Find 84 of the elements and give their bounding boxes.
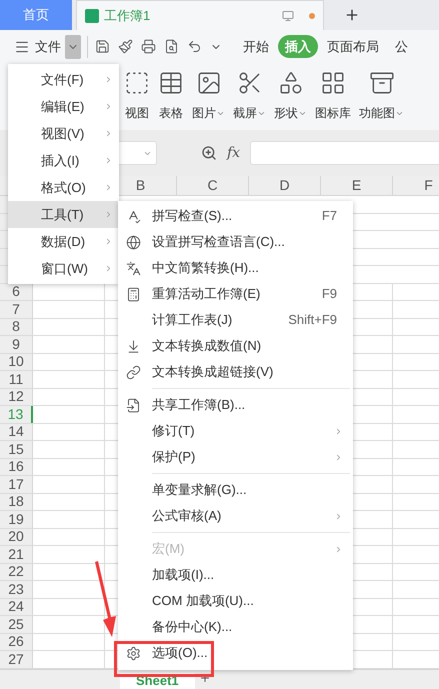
row-header[interactable]: 25 bbox=[0, 616, 33, 632]
settings-icon bbox=[126, 646, 141, 660]
row-header[interactable]: 17 bbox=[0, 476, 33, 492]
ribbon-button[interactable]: 功能图 bbox=[359, 70, 404, 122]
row-header[interactable]: 9 bbox=[0, 336, 33, 352]
ribbon-button[interactable]: 视图 bbox=[124, 70, 150, 122]
ribbon-button[interactable]: 截屏 bbox=[233, 70, 266, 122]
row-header[interactable]: 23 bbox=[0, 581, 33, 598]
submenu-item[interactable]: 选项(O)... bbox=[118, 640, 353, 666]
menu-item[interactable]: 窗口(W) bbox=[8, 255, 119, 282]
submenu-item[interactable]: 拼写检查(S)... F7 bbox=[118, 203, 353, 229]
column-header[interactable]: D bbox=[249, 176, 321, 195]
ribbon-button[interactable]: 图片 bbox=[192, 70, 225, 122]
row-header[interactable]: 14 bbox=[0, 424, 33, 440]
menu-item[interactable]: 编辑(E) bbox=[8, 93, 119, 120]
row-header[interactable]: 12 bbox=[0, 388, 33, 405]
row-header[interactable]: 7 bbox=[0, 301, 33, 318]
row-header[interactable]: 16 bbox=[0, 458, 33, 475]
scissors-icon bbox=[236, 70, 262, 96]
submenu-item[interactable]: 保护(P) bbox=[118, 444, 353, 470]
row-header[interactable]: 24 bbox=[0, 598, 33, 615]
calculator-icon bbox=[126, 286, 141, 302]
ribbon-tab[interactable]: 开始 bbox=[236, 34, 276, 58]
ribbon-tab[interactable]: 公 bbox=[388, 34, 415, 58]
submenu-item[interactable]: 共享工作簿(B)... bbox=[118, 392, 353, 418]
shared-file-icon bbox=[126, 398, 141, 412]
row-header[interactable]: 18 bbox=[0, 494, 33, 510]
submenu-item[interactable]: 备份中心(K)... bbox=[118, 614, 353, 640]
icon-grid-icon bbox=[320, 70, 346, 96]
row-header[interactable]: 10 bbox=[0, 354, 33, 370]
globe-icon bbox=[126, 234, 141, 250]
monitor-icon[interactable] bbox=[282, 10, 294, 22]
row-header[interactable]: 27 bbox=[0, 651, 33, 668]
submenu-item[interactable]: 设置拼写检查语言(C)... bbox=[118, 229, 353, 255]
image-icon bbox=[196, 70, 222, 96]
row-header[interactable]: 6 bbox=[0, 284, 33, 300]
row-header[interactable]: 19 bbox=[0, 511, 33, 528]
menu-item[interactable]: 数据(D) bbox=[8, 228, 119, 255]
ribbon-button[interactable]: 图标库 bbox=[315, 70, 351, 122]
ribbon-button[interactable]: 形状 bbox=[274, 70, 307, 122]
row-header[interactable]: 20 bbox=[0, 528, 33, 545]
function-label[interactable]: fx bbox=[227, 142, 240, 164]
column-header[interactable]: C bbox=[177, 176, 249, 195]
submenu-item[interactable]: 单变量求解(G)... bbox=[118, 477, 353, 503]
menu-item[interactable]: 工具(T) bbox=[8, 201, 119, 228]
save-icon[interactable] bbox=[95, 39, 110, 54]
menu-item[interactable]: 视图(V) bbox=[8, 120, 119, 147]
menu-item[interactable]: 插入(I) bbox=[8, 147, 119, 174]
translate-icon bbox=[126, 260, 141, 276]
submenu-item[interactable]: 加载项(I)... bbox=[118, 562, 353, 588]
page-icon bbox=[124, 70, 150, 96]
table-icon bbox=[158, 70, 184, 96]
row-header[interactable]: 15 bbox=[0, 441, 33, 458]
row-header[interactable]: 8 bbox=[0, 318, 33, 335]
submenu-item[interactable]: 计算工作表(J) Shift+F9 bbox=[118, 307, 353, 333]
ribbon-button[interactable]: 表格 bbox=[158, 70, 184, 122]
ribbon-tab[interactable]: 页面布局 bbox=[320, 34, 386, 58]
submenu-item[interactable]: 公式审核(A) bbox=[118, 503, 353, 529]
submenu-item[interactable]: 重算活动工作簿(E) F9 bbox=[118, 281, 353, 307]
tab-title: 工作簿1 bbox=[104, 6, 150, 25]
undo-icon[interactable] bbox=[187, 39, 202, 54]
chart-box-icon bbox=[368, 70, 394, 96]
file-menu-label[interactable]: 文件 bbox=[35, 36, 61, 56]
row-header[interactable]: 21 bbox=[0, 546, 33, 562]
column-header[interactable]: E bbox=[321, 176, 393, 195]
row-header[interactable]: 26 bbox=[0, 634, 33, 650]
row-header[interactable]: 22 bbox=[0, 564, 33, 580]
column-header[interactable]: F bbox=[393, 176, 439, 195]
submenu-item[interactable]: 修订(T) bbox=[118, 418, 353, 444]
shapes-icon bbox=[278, 70, 304, 96]
menu-item[interactable]: 文件(F) bbox=[8, 66, 119, 93]
formula-input[interactable] bbox=[250, 141, 439, 165]
submenu-item[interactable]: 中文简繁转换(H)... bbox=[118, 255, 353, 281]
row-header[interactable]: 11 bbox=[0, 371, 33, 388]
format-painter-icon[interactable] bbox=[118, 39, 133, 54]
link-icon bbox=[126, 364, 141, 380]
submenu-item[interactable]: COM 加载项(U)... bbox=[118, 588, 353, 614]
dropdown-toggle[interactable] bbox=[65, 34, 81, 58]
zoom-icon[interactable] bbox=[201, 145, 217, 161]
submenu-item[interactable]: 文本转换成数值(N) bbox=[118, 333, 353, 359]
print-icon[interactable] bbox=[141, 39, 156, 54]
submenu-item[interactable]: 文本转换成超链接(V) bbox=[118, 359, 353, 385]
print-preview-icon[interactable] bbox=[164, 39, 179, 54]
new-tab-icon[interactable] bbox=[344, 7, 360, 23]
